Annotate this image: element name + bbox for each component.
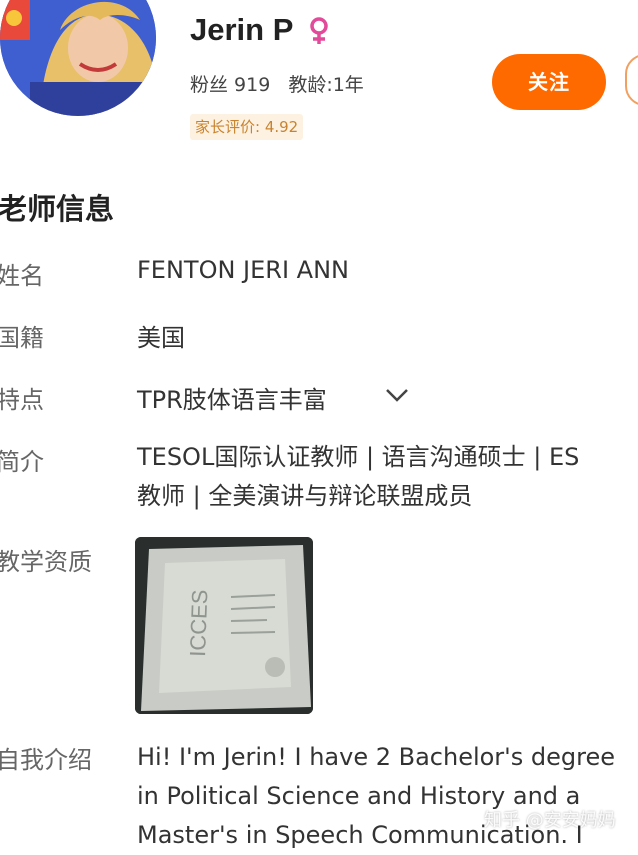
watermark: 知乎 @安安妈妈 xyxy=(484,810,616,831)
name-value: FENTON JERI ANN xyxy=(137,256,350,284)
intro-line: 教师 | 全美演讲与辩论联盟成员 xyxy=(137,482,473,510)
feature-value: TPR肢体语言丰富 xyxy=(137,386,327,414)
qualification-label: 教学资质 xyxy=(0,548,92,576)
intro-label: 简介 xyxy=(0,448,44,476)
avatar[interactable] xyxy=(0,0,156,116)
teaching-years: 教龄:1年 xyxy=(288,74,364,96)
teacher-name: Jerin P xyxy=(190,12,294,47)
self-intro-text: Hi! I'm Jerin! I have 2 Bachelor's degre… xyxy=(137,738,638,855)
follow-button[interactable]: 关注 xyxy=(492,54,606,110)
self-intro-label: 自我介绍 xyxy=(0,746,92,774)
teacher-stats: 粉丝 919 教龄:1年 xyxy=(190,70,364,97)
chevron-down-icon[interactable] xyxy=(384,386,410,404)
name-label: 姓名 xyxy=(0,262,44,290)
intro-line: TESOL国际认证教师 | 语言沟通硕士 | ES xyxy=(137,443,580,471)
certificate-image[interactable]: ICCES xyxy=(135,537,313,714)
female-symbol-icon xyxy=(306,16,332,46)
fans-count[interactable]: 粉丝 919 xyxy=(190,74,270,96)
intro-text: TESOL国际认证教师 | 语言沟通硕士 | ES 教师 | 全美演讲与辩论联盟… xyxy=(137,438,638,516)
parent-rating-badge: 家长评价: 4.92 xyxy=(190,114,304,140)
more-button[interactable] xyxy=(625,54,638,106)
self-intro-line: Hi! I'm Jerin! I have 2 Bachelor's degre… xyxy=(137,743,616,771)
nationality-value: 美国 xyxy=(137,324,185,352)
feature-label: 特点 xyxy=(0,386,44,414)
nationality-label: 国籍 xyxy=(0,324,44,352)
svg-text:ICCES: ICCES xyxy=(185,589,212,657)
section-title: 老师信息 xyxy=(0,192,115,226)
